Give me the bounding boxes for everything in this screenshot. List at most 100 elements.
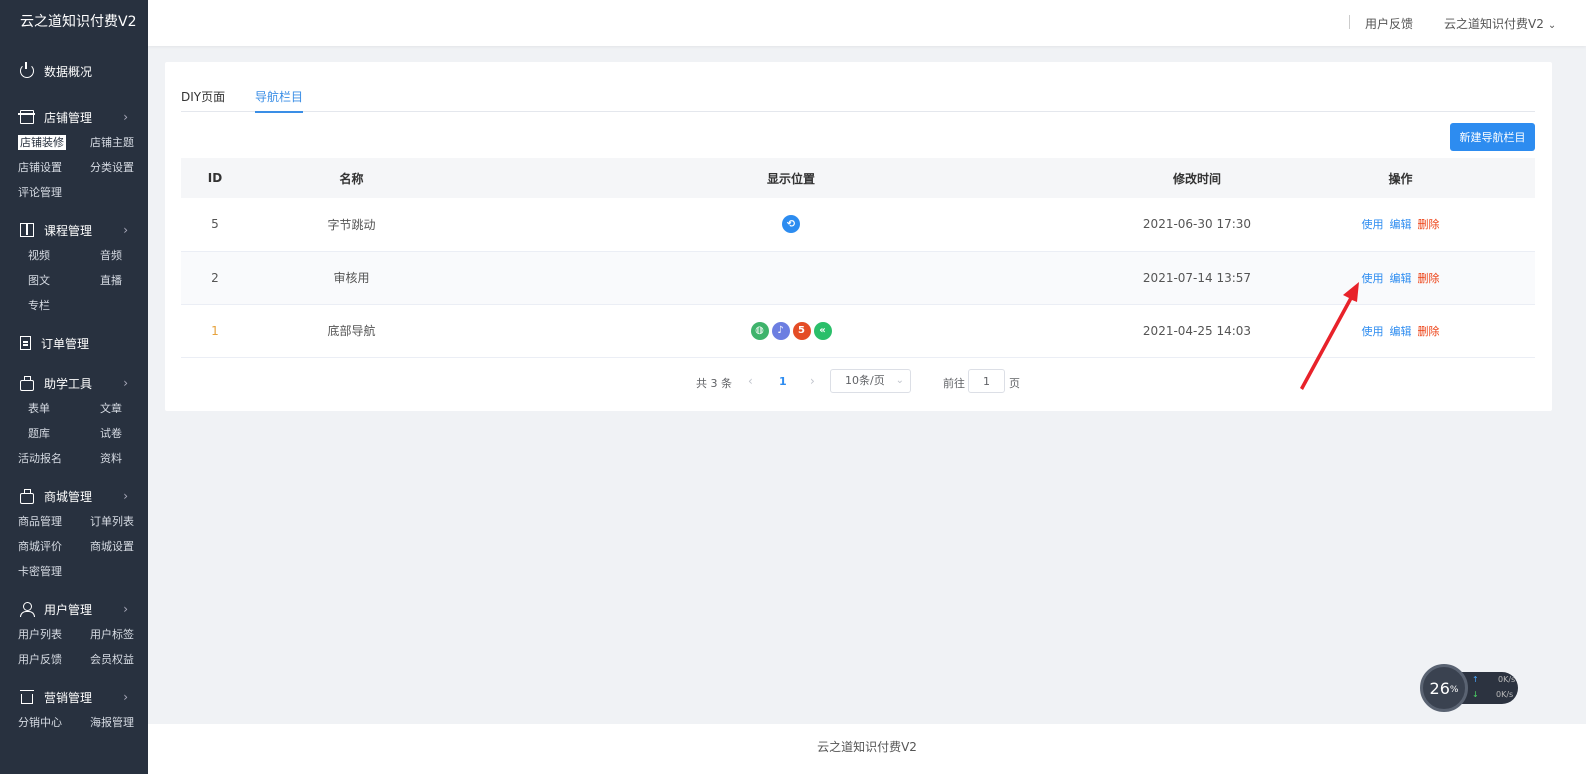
edit-button[interactable]: 编辑	[1390, 272, 1412, 285]
page-size-select[interactable]: 10条/页 ⌄	[830, 369, 911, 393]
usage-percent: 26	[1429, 678, 1450, 698]
sidebar-item-user-tags[interactable]: 用户标签	[74, 622, 148, 647]
wechat-icon: ◍	[750, 321, 769, 340]
sidebar-item-store-decor[interactable]: 店铺装修	[0, 130, 74, 155]
miniapp-icon: «	[813, 321, 832, 340]
user-icon	[20, 602, 35, 617]
sidebar-item-mall-settings[interactable]: 商城设置	[74, 534, 148, 559]
user-feedback-link[interactable]: 用户反馈	[1365, 15, 1413, 32]
sidebar-item-mall-reviews[interactable]: 商城评价	[0, 534, 74, 559]
page-number[interactable]: 1	[779, 375, 787, 388]
sidebar-item-user-list[interactable]: 用户列表	[0, 622, 74, 647]
sidebar-item-store-theme[interactable]: 店铺主题	[74, 130, 148, 155]
sidebar-item-posts[interactable]: 文章	[74, 396, 148, 421]
sidebar-item-audio[interactable]: 音频	[74, 243, 148, 268]
chevron-right-icon: ›	[123, 690, 128, 704]
new-nav-column-button[interactable]: 新建导航栏目	[1450, 123, 1535, 151]
sidebar-group-users: 用户管理 › 用户列表 用户标签 用户反馈 会员权益	[0, 596, 148, 672]
header-divider	[1349, 15, 1350, 29]
sidebar-group-head-users[interactable]: 用户管理 ›	[0, 596, 148, 622]
sidebar-item-column[interactable]: 专栏	[0, 293, 74, 318]
sidebar-item-event-signup[interactable]: 活动报名	[0, 446, 74, 471]
sidebar-item-materials[interactable]: 资料	[74, 446, 148, 471]
cell-modified-time: 2021-06-30 17:30	[1142, 217, 1252, 232]
table-row: 5 字节跳动 ⟲ 2021-06-30 17:30 使用 编辑 删除	[181, 198, 1535, 251]
cell-id: 1	[211, 323, 219, 338]
upload-speed: 0K/s	[1498, 675, 1516, 684]
sidebar-item-forms[interactable]: 表单	[0, 396, 74, 421]
power-icon	[20, 62, 34, 78]
sidebar-item-user-feedback[interactable]: 用户反馈	[0, 647, 74, 672]
sidebar-item-live[interactable]: 直播	[74, 268, 148, 293]
cell-modified-time: 2021-04-25 14:03	[1142, 323, 1252, 338]
sidebar-item-question-bank[interactable]: 题库	[0, 421, 74, 446]
bytedance-icon: ⟲	[782, 215, 800, 234]
sidebar-group-mall: 商城管理 › 商品管理 订单列表 商城评价 商城设置 卡密管理	[0, 483, 148, 584]
delete-button[interactable]: 删除	[1418, 325, 1440, 338]
edit-button[interactable]: 编辑	[1390, 218, 1412, 231]
sidebar-item-distribution[interactable]: 分销中心	[0, 710, 74, 735]
cell-name: 底部导航	[327, 324, 376, 338]
top-header: 用户反馈 云之道知识付费V2 ⌄	[148, 0, 1586, 46]
goto-label: 前往	[943, 377, 965, 390]
document-icon	[20, 336, 31, 350]
sidebar-item-exams[interactable]: 试卷	[74, 421, 148, 446]
chevron-right-icon: ›	[123, 376, 128, 390]
red-arrow-annotation	[1300, 282, 1359, 390]
cell-position: ◍ ♪ 5 «	[454, 304, 1128, 357]
sidebar-item-overview[interactable]: 数据概况	[0, 52, 148, 90]
sidebar-group-store: 店铺管理 › 店铺装修 店铺主题 店铺设置 分类设置 评论管理	[0, 104, 148, 205]
use-button[interactable]: 使用	[1362, 218, 1384, 231]
brand-title: 云之道知识付费V2	[20, 14, 137, 30]
usage-ring: 26%	[1420, 664, 1468, 712]
sidebar-group-head-mall[interactable]: 商城管理 ›	[0, 483, 148, 509]
pagination-total: 共 3 条	[696, 377, 732, 390]
cell-id: 5	[211, 217, 219, 232]
shopping-bag-icon	[20, 488, 34, 504]
chevron-down-icon: ⌄	[1547, 20, 1557, 31]
sidebar-item-order-list[interactable]: 订单列表	[74, 509, 148, 534]
tab-nav-columns[interactable]: 导航栏目	[255, 88, 304, 113]
column-header-modified: 修改时间	[1172, 171, 1221, 186]
chevron-left-icon[interactable]: ‹	[748, 374, 753, 388]
sidebar-group-orders: 订单管理	[0, 330, 148, 356]
download-speed: 0K/s	[1496, 690, 1514, 699]
column-header-name: 名称	[339, 171, 364, 186]
sidebar-group-head-marketing[interactable]: 营销管理 ›	[0, 684, 148, 710]
store-icon	[18, 110, 35, 124]
sidebar-group-label: 营销管理	[44, 690, 93, 705]
delete-button[interactable]: 删除	[1418, 272, 1440, 285]
sidebar-group-label: 订单管理	[41, 336, 90, 351]
table-header-row: ID 名称 显示位置 修改时间 操作	[181, 158, 1535, 198]
usage-unit: %	[1449, 685, 1459, 695]
sidebar-item-category-settings[interactable]: 分类设置	[74, 155, 148, 180]
chevron-right-icon: ›	[123, 223, 128, 237]
account-menu[interactable]: 云之道知识付费V2 ⌄	[1444, 15, 1556, 32]
chevron-right-icon: ›	[123, 110, 128, 124]
page-jump-input[interactable]	[968, 369, 1005, 393]
sidebar-group-head-orders[interactable]: 订单管理	[0, 330, 148, 356]
sidebar-group-head-course[interactable]: 课程管理 ›	[0, 217, 148, 243]
delete-button[interactable]: 删除	[1418, 218, 1440, 231]
sidebar-group-head-tools[interactable]: 助学工具 ›	[0, 370, 148, 396]
column-header-position: 显示位置	[766, 171, 815, 186]
network-speed-widget[interactable]: ↑ 0K/s ↓ 0K/s 26%	[1420, 664, 1520, 714]
footer: 云之道知识付费V2	[148, 724, 1586, 774]
edit-button[interactable]: 编辑	[1390, 325, 1412, 338]
sidebar-item-card-keys[interactable]: 卡密管理	[0, 559, 74, 584]
sidebar-item-member-benefits[interactable]: 会员权益	[74, 647, 148, 672]
sidebar-item-video[interactable]: 视频	[0, 243, 74, 268]
sidebar-group-head-store[interactable]: 店铺管理 ›	[0, 104, 148, 130]
tab-diy-page[interactable]: DIY页面	[181, 88, 225, 112]
page-size-value: 10条/页	[845, 374, 885, 387]
page-unit-label: 页	[1009, 377, 1020, 390]
sidebar-item-comments[interactable]: 评论管理	[0, 180, 74, 205]
footer-text: 云之道知识付费V2	[817, 740, 917, 754]
cell-position: ⟲	[454, 198, 1128, 251]
sidebar-item-posters[interactable]: 海报管理	[74, 710, 148, 735]
cell-name: 字节跳动	[327, 217, 376, 232]
sidebar-item-article[interactable]: 图文	[0, 268, 74, 293]
chevron-right-icon[interactable]: ›	[810, 374, 815, 388]
sidebar-item-store-settings[interactable]: 店铺设置	[0, 155, 74, 180]
sidebar-item-products[interactable]: 商品管理	[0, 509, 74, 534]
